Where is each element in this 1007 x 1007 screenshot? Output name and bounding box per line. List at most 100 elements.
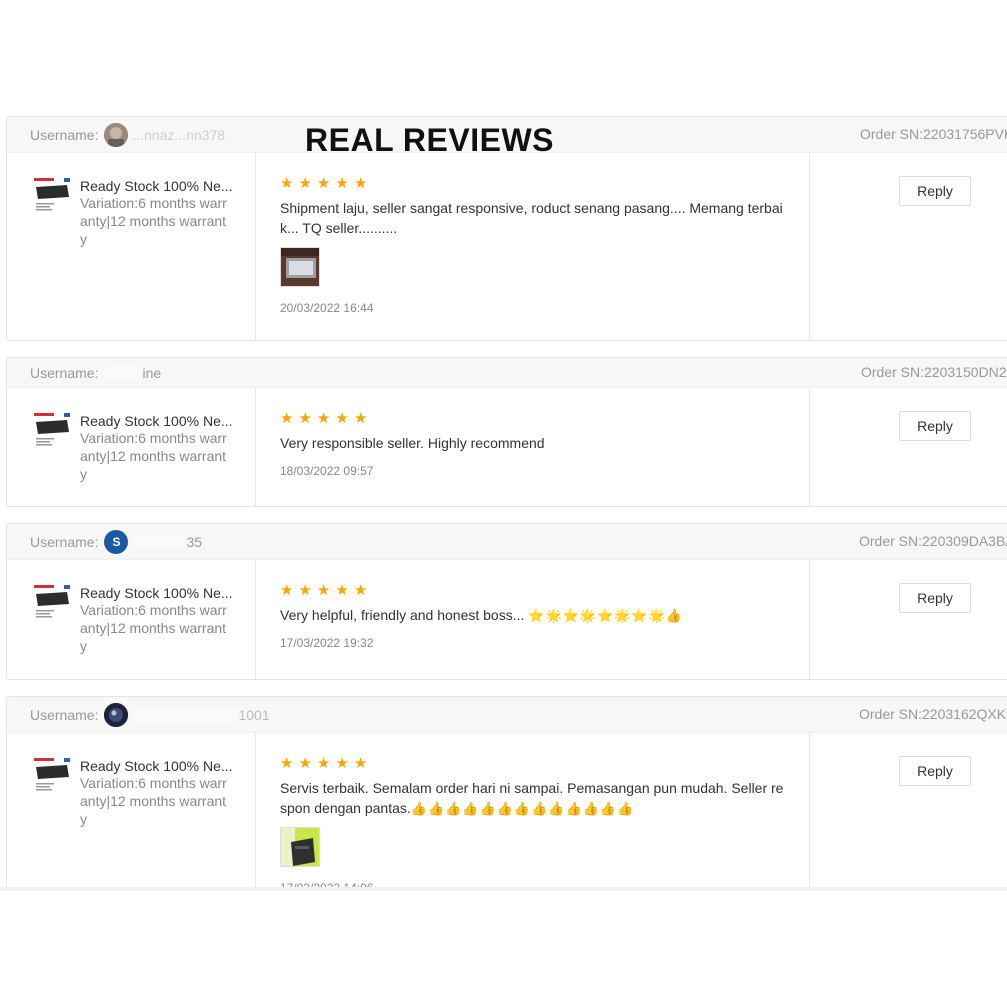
username-label: Username: [30, 706, 99, 723]
product-name[interactable]: Ready Stock 100% Ne... [80, 757, 233, 775]
product-name[interactable]: Ready Stock 100% Ne... [80, 584, 233, 602]
thumbs-up-icon: 👍 [462, 801, 479, 816]
reply-button[interactable]: Reply [899, 756, 971, 786]
reply-button[interactable]: Reply [899, 176, 971, 206]
product-column: Ready Stock 100% Ne... Variation:6 month… [7, 153, 256, 340]
product-variation: Variation:6 months warranty|12 months wa… [80, 775, 227, 827]
product-thumbnail[interactable] [33, 584, 71, 622]
star-icon: ★ [353, 582, 368, 599]
username-label: Username: [30, 126, 99, 143]
thumbs-up-icon: 👍 [617, 801, 634, 816]
review-column: ★ ★ ★ ★ ★ Shipment laju, seller sangat r… [256, 153, 810, 340]
star-icon: ★ [335, 755, 349, 772]
star-icon: ★ [335, 582, 349, 599]
product-variation: Variation:6 months warranty|12 months wa… [80, 195, 227, 247]
emoji-row: 👍👍👍👍👍👍👍👍👍👍👍👍👍 [411, 800, 634, 816]
star-emoji-icon: ⭐ [597, 608, 614, 623]
order-sn: Order SN:220309DA3BA [859, 533, 1007, 549]
review-card-body: Ready Stock 100% Ne... Variation:6 month… [7, 388, 1007, 506]
product-thumbnail[interactable] [33, 412, 71, 450]
star-icon: ★ [353, 175, 368, 192]
star-rating: ★ ★ ★ ★ ★ [280, 583, 367, 598]
action-column: Reply [810, 560, 1007, 679]
reply-button[interactable]: Reply [899, 583, 971, 613]
review-text-line: Very helpful, friendly and honest boss..… [280, 605, 788, 625]
star-icon: ★ [353, 410, 368, 427]
overlay-title: REAL REVIEWS [305, 122, 554, 158]
star-icon: ★ [280, 175, 294, 192]
thumbs-up-icon: 👍 [410, 801, 427, 816]
product-thumbnail[interactable] [33, 177, 71, 215]
star-icon: ★ [298, 582, 312, 599]
reply-button[interactable]: Reply [899, 411, 971, 441]
username[interactable]: 1001 [238, 707, 269, 723]
review-time: 18/03/2022 09:57 [280, 464, 374, 478]
review-card-body: Ready Stock 100% Ne... Variation:6 month… [7, 153, 1007, 340]
order-sn: Order SN:22031756PVH [860, 126, 1007, 142]
review-card-header: Username: 1001 Order SN:2203162QXKG [7, 697, 1007, 733]
action-column: Reply [810, 733, 1007, 891]
thumbs-up-icon: 👍 [548, 801, 565, 816]
star-icon: ★ [316, 175, 331, 192]
username-label: Username: [30, 364, 99, 381]
review-column: ★ ★ ★ ★ ★ Very responsible seller. Highl… [256, 388, 810, 506]
review-time: 20/03/2022 16:44 [280, 301, 374, 315]
star-emoji-icon: ⭐ [562, 608, 579, 623]
star-icon: ★ [298, 175, 312, 192]
sparkle-emoji-icon: 🌟 [648, 608, 665, 623]
username-label: Username: [30, 533, 99, 550]
star-emoji-icon: ⭐ [631, 608, 648, 623]
avatar[interactable] [104, 702, 129, 727]
star-rating: ★ ★ ★ ★ ★ [280, 756, 367, 771]
thumbs-up-icon: 👍 [496, 801, 513, 816]
sparkle-emoji-icon: 🌟 [614, 608, 631, 623]
thumbs-up-icon: 👍 [445, 801, 462, 816]
star-icon: ★ [298, 755, 312, 772]
star-icon: ★ [280, 755, 294, 772]
avatar[interactable] [104, 122, 129, 147]
emoji-row: ⭐🌟⭐🌟⭐🌟⭐🌟👍 [528, 607, 683, 623]
product-name[interactable]: Ready Stock 100% Ne... [80, 177, 233, 195]
review-text-line: Servis terbaik. Semalam order hari ni sa… [280, 778, 788, 818]
username[interactable]: 35 [186, 534, 202, 550]
username-redacted [134, 707, 239, 722]
product-column: Ready Stock 100% Ne... Variation:6 month… [7, 388, 256, 506]
sparkle-emoji-icon: 🌟 [545, 608, 562, 623]
review-column: ★ ★ ★ ★ ★ Servis terbaik. Semalam order … [256, 733, 810, 891]
review-text: Shipment laju, seller sangat responsive,… [280, 200, 783, 236]
order-sn: Order SN:2203150DN2S [861, 364, 1007, 380]
star-icon: ★ [335, 410, 349, 427]
thumbs-up-icon: 👍 [531, 801, 548, 816]
review-text: Very helpful, friendly and honest boss..… [280, 607, 525, 623]
product-name[interactable]: Ready Stock 100% Ne... [80, 412, 233, 430]
page-fade-edge [0, 887, 1007, 891]
action-column: Reply [810, 388, 1007, 506]
username[interactable]: ine [142, 365, 161, 381]
review-photo[interactable] [280, 247, 320, 287]
thumbs-up-icon: 👍 [665, 608, 682, 623]
product-thumbnail[interactable] [33, 757, 71, 795]
sparkle-emoji-icon: 🌟 [579, 608, 597, 623]
avatar[interactable]: S [104, 529, 129, 554]
star-icon: ★ [298, 410, 312, 427]
review-text: Very responsible seller. Highly recommen… [280, 435, 545, 451]
action-column: Reply [810, 153, 1007, 340]
thumbs-up-icon: 👍 [599, 801, 617, 816]
review-column: ★ ★ ★ ★ ★ Very helpful, friendly and hon… [256, 560, 810, 679]
thumbs-up-icon: 👍 [582, 801, 599, 816]
username[interactable]: ...nnaz...nn378 [132, 127, 225, 143]
thumbs-up-icon: 👍 [513, 801, 531, 816]
review-photo[interactable] [280, 827, 320, 867]
star-rating: ★ ★ ★ ★ ★ [280, 176, 367, 191]
thumbs-up-icon: 👍 [565, 801, 582, 816]
star-icon: ★ [280, 410, 294, 427]
star-icon: ★ [316, 582, 331, 599]
review-card: Username: 1001 Order SN:2203162QXKG Read… [6, 696, 1007, 891]
username-redacted [134, 534, 187, 549]
thumbs-up-icon: 👍 [479, 801, 496, 816]
review-time: 17/03/2022 19:32 [280, 636, 374, 650]
product-variation: Variation:6 months warranty|12 months wa… [80, 430, 227, 482]
review-card-header: Username: ine Order SN:2203150DN2S [7, 358, 1007, 388]
star-icon: ★ [316, 410, 331, 427]
star-rating: ★ ★ ★ ★ ★ [280, 411, 367, 426]
